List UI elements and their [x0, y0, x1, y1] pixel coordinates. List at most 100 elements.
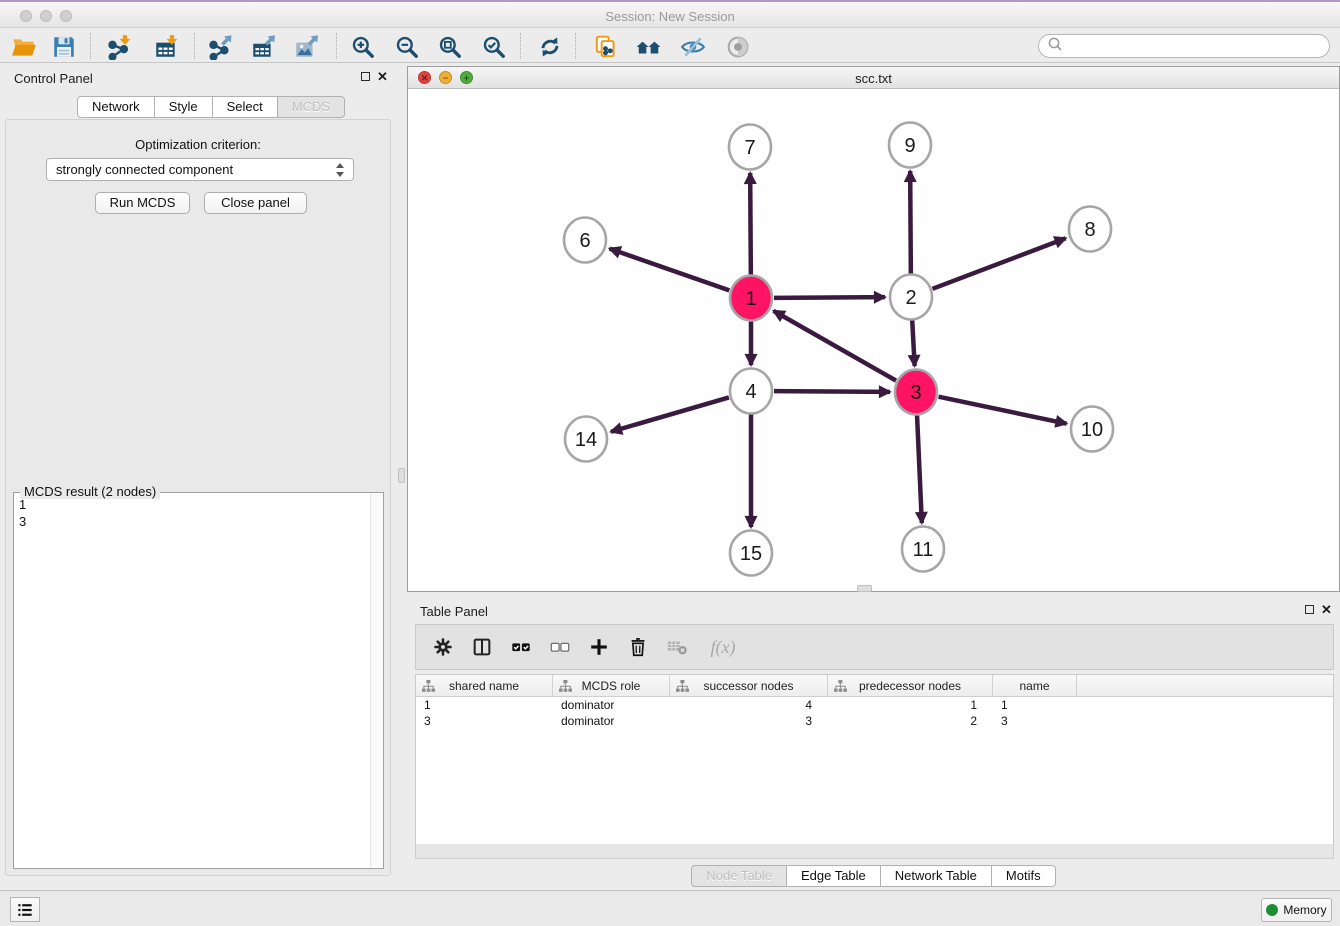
- graph-edge-1-2[interactable]: [774, 297, 885, 298]
- window-title: Session: New Session: [0, 9, 1340, 24]
- float-panel-icon[interactable]: [1305, 605, 1314, 614]
- tab-style[interactable]: Style: [155, 96, 213, 118]
- svg-text:9: 9: [904, 135, 915, 157]
- tab-network-table[interactable]: Network Table: [881, 865, 992, 887]
- graph-node-14[interactable]: 14: [565, 417, 607, 462]
- graph-node-11[interactable]: 11: [902, 527, 944, 572]
- svg-text:10: 10: [1081, 419, 1103, 441]
- close-panel-icon[interactable]: ✕: [1321, 602, 1332, 618]
- import-table-icon[interactable]: [152, 33, 179, 60]
- graph-node-9[interactable]: 9: [889, 123, 931, 168]
- cell-successor-nodes: 4: [670, 697, 828, 713]
- column-header-predecessor-nodes[interactable]: predecessor nodes: [828, 675, 993, 696]
- function-builder-icon[interactable]: f(x): [703, 634, 743, 660]
- graph-node-3[interactable]: 3: [895, 370, 937, 415]
- graph-edge-3-11[interactable]: [917, 415, 922, 523]
- save-session-icon[interactable]: [50, 33, 77, 60]
- export-table-icon[interactable]: [249, 33, 276, 60]
- svg-text:3: 3: [910, 382, 921, 404]
- graph-node-2[interactable]: 2: [890, 275, 932, 320]
- float-panel-icon[interactable]: [361, 72, 370, 81]
- import-network-icon[interactable]: [105, 33, 132, 60]
- graph-edge-4-14[interactable]: [611, 397, 729, 431]
- svg-text:7: 7: [744, 137, 755, 159]
- export-network-icon[interactable]: [206, 33, 233, 60]
- search-input[interactable]: [1064, 36, 1329, 56]
- tab-network[interactable]: Network: [77, 96, 155, 118]
- memory-button[interactable]: Memory: [1261, 898, 1332, 922]
- clear-all-checks-icon[interactable]: [547, 634, 573, 660]
- graph-edge-3-10[interactable]: [939, 397, 1067, 424]
- graph-edge-3-1[interactable]: [774, 311, 896, 381]
- tab-select[interactable]: Select: [213, 96, 278, 118]
- close-panel-button[interactable]: Close panel: [204, 192, 307, 214]
- column-header-successor-nodes[interactable]: successor nodes: [670, 675, 828, 696]
- tab-mcds[interactable]: MCDS: [278, 96, 345, 118]
- criterion-dropdown[interactable]: strongly connected component: [46, 158, 354, 181]
- delete-row-icon[interactable]: [625, 634, 651, 660]
- dropdown-stepper-icon: [335, 163, 346, 177]
- tab-edge-table[interactable]: Edge Table: [787, 865, 881, 887]
- tab-motifs[interactable]: Motifs: [992, 865, 1056, 887]
- graph-edge-2-9[interactable]: [910, 171, 911, 274]
- graph-edge-1-7[interactable]: [750, 173, 751, 275]
- table-tabs: Node TableEdge TableNetwork TableMotifs: [407, 865, 1340, 887]
- first-neighbors-icon[interactable]: [635, 33, 662, 60]
- task-history-button[interactable]: [10, 897, 40, 922]
- refresh-view-icon[interactable]: [536, 33, 563, 60]
- export-image-icon[interactable]: [292, 33, 319, 60]
- table-scroll-strip[interactable]: [415, 844, 1334, 859]
- column-label: successor nodes: [703, 679, 793, 693]
- horizontal-splitter-grip[interactable]: [857, 585, 872, 592]
- zoom-selected-icon[interactable]: [480, 33, 507, 60]
- select-all-checks-icon[interactable]: [508, 634, 534, 660]
- table-settings-icon[interactable]: [430, 634, 456, 660]
- table-row[interactable]: 3dominator323: [416, 713, 1333, 729]
- control-panel: Control Panel ✕ NetworkStyleSelectMCDS O…: [0, 63, 396, 881]
- graph-edge-1-6[interactable]: [610, 249, 730, 291]
- hierarchy-icon: [559, 680, 572, 692]
- main-toolbar: [0, 30, 1340, 63]
- graph-node-15[interactable]: 15: [730, 531, 772, 576]
- table-header-row: shared nameMCDS role successor nodes prede…: [416, 675, 1333, 697]
- run-mcds-button[interactable]: Run MCDS: [95, 192, 190, 214]
- mcds-result-text[interactable]: 1 3: [19, 496, 367, 865]
- column-header-mcds-role[interactable]: MCDS role: [553, 675, 670, 696]
- hierarchy-icon: [834, 680, 847, 692]
- svg-text:2: 2: [905, 287, 916, 309]
- graph-edge-2-3[interactable]: [912, 320, 914, 366]
- network-canvas[interactable]: 1 2 3 4 6 7 8 9 10 11 14 15: [408, 89, 1339, 592]
- column-header-shared-name[interactable]: shared name: [416, 675, 553, 696]
- tab-node-table[interactable]: Node Table: [691, 865, 787, 887]
- clone-network-icon[interactable]: [592, 33, 619, 60]
- result-scrollbar[interactable]: [370, 494, 382, 867]
- cell-successor-nodes: 3: [670, 713, 828, 729]
- toolbar-separator: [575, 33, 576, 59]
- toolbar-separator: [520, 33, 521, 59]
- zoom-out-icon[interactable]: [393, 33, 420, 60]
- show-all-icon[interactable]: [724, 33, 751, 60]
- zoom-fit-icon[interactable]: [436, 33, 463, 60]
- toolbar-separator: [90, 33, 91, 59]
- graph-edge-2-8[interactable]: [933, 238, 1066, 289]
- vertical-splitter-grip[interactable]: [398, 468, 405, 483]
- open-session-icon[interactable]: [10, 33, 37, 60]
- delete-table-icon[interactable]: [664, 634, 690, 660]
- graph-edge-4-3[interactable]: [774, 391, 890, 392]
- column-header-name[interactable]: name: [993, 675, 1077, 696]
- zoom-in-icon[interactable]: [349, 33, 376, 60]
- show-columns-icon[interactable]: [469, 634, 495, 660]
- graph-node-1[interactable]: 1: [730, 276, 772, 321]
- graph-node-10[interactable]: 10: [1071, 407, 1113, 452]
- graph-node-8[interactable]: 8: [1069, 207, 1111, 252]
- graph-node-7[interactable]: 7: [729, 125, 771, 170]
- hide-selected-icon[interactable]: [679, 33, 706, 60]
- add-row-icon[interactable]: [586, 634, 612, 660]
- search-field[interactable]: [1038, 34, 1330, 58]
- network-window-title: scc.txt: [408, 71, 1339, 86]
- graph-node-4[interactable]: 4: [730, 369, 772, 414]
- table-row[interactable]: 1dominator411: [416, 697, 1333, 713]
- graph-node-6[interactable]: 6: [564, 218, 606, 263]
- close-panel-icon[interactable]: ✕: [377, 69, 388, 85]
- fx-label: f(x): [711, 637, 736, 658]
